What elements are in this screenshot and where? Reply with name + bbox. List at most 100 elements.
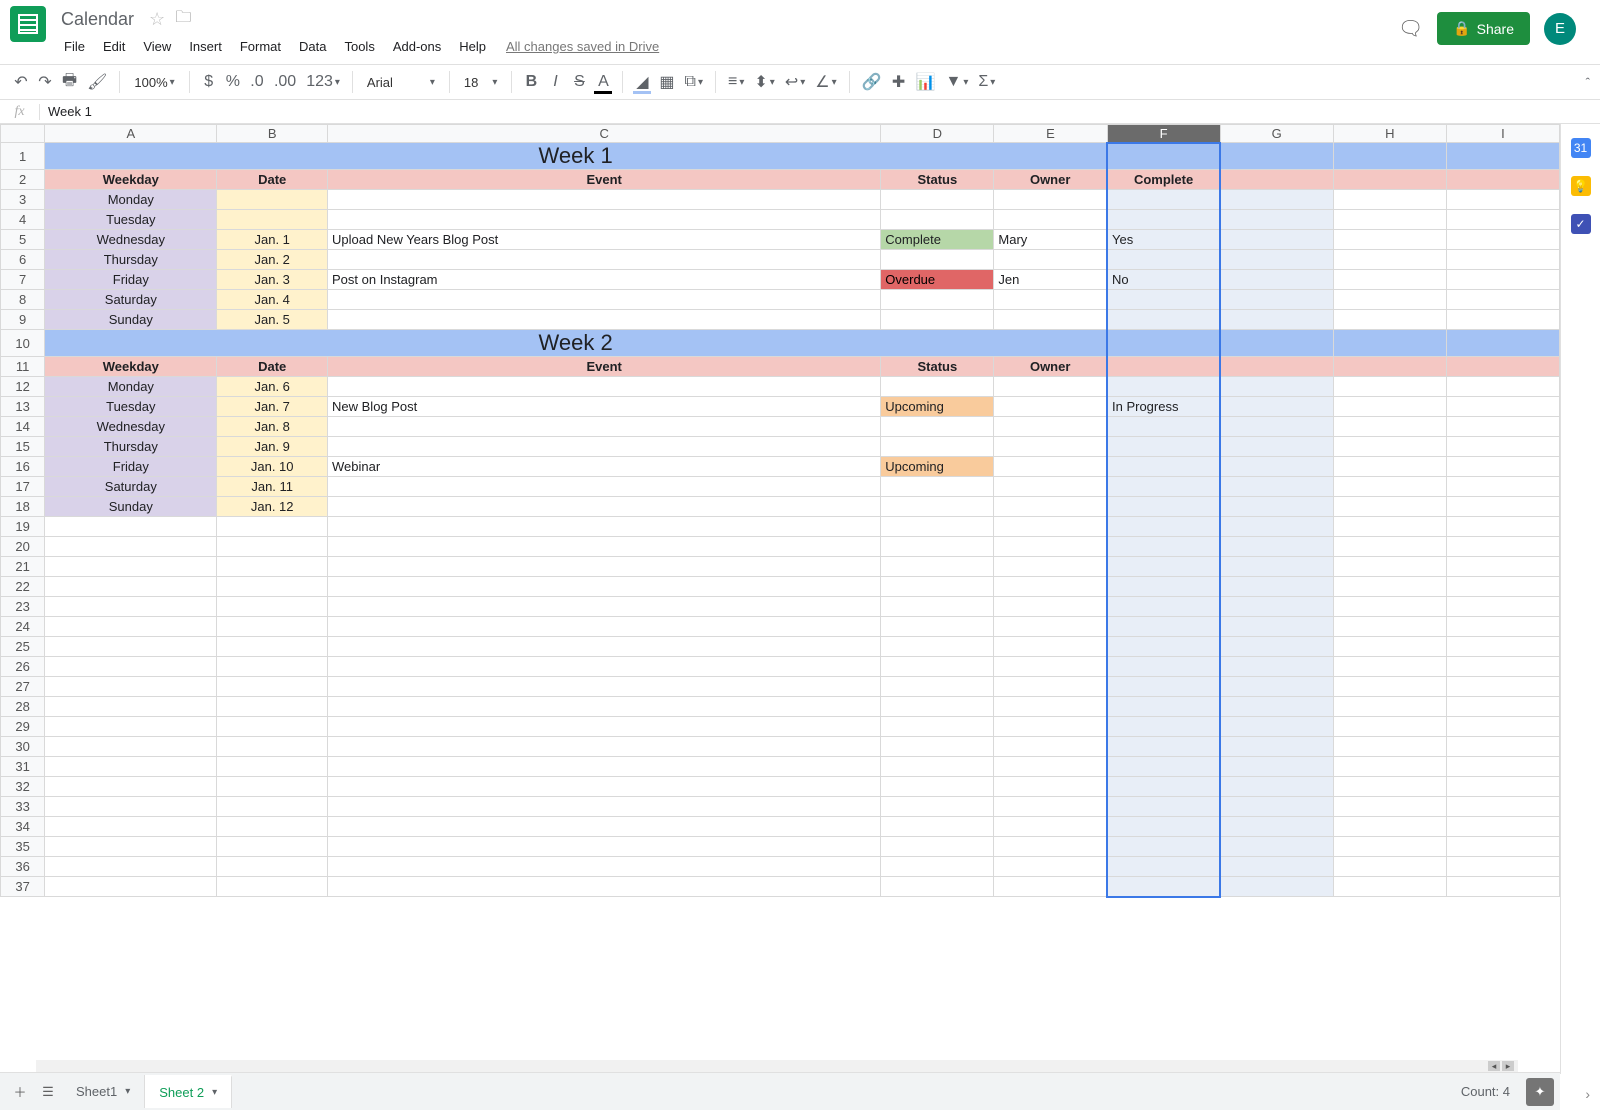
- cell[interactable]: [1107, 417, 1220, 437]
- cell[interactable]: Saturday: [45, 477, 217, 497]
- cell[interactable]: [1446, 777, 1559, 797]
- cell[interactable]: [1446, 290, 1559, 310]
- cell[interactable]: [1220, 377, 1333, 397]
- cell[interactable]: [1333, 517, 1446, 537]
- comments-icon[interactable]: 🗨: [1398, 16, 1423, 41]
- row-header[interactable]: 9: [1, 310, 45, 330]
- cell[interactable]: [994, 577, 1107, 597]
- col-header-A[interactable]: A: [45, 125, 217, 143]
- cell[interactable]: [328, 697, 881, 717]
- cell[interactable]: [328, 250, 881, 270]
- tab-sheet1[interactable]: Sheet1▾: [62, 1075, 145, 1108]
- cell[interactable]: [1220, 817, 1333, 837]
- menu-tools[interactable]: Tools: [336, 35, 382, 58]
- cell[interactable]: [328, 657, 881, 677]
- col-header-F[interactable]: F: [1107, 125, 1220, 143]
- cell[interactable]: Sunday: [45, 497, 217, 517]
- cell[interactable]: [881, 517, 994, 537]
- borders-button[interactable]: ▦: [655, 69, 678, 95]
- column-header-cell[interactable]: Status: [881, 357, 994, 377]
- cell[interactable]: Wednesday: [45, 230, 217, 250]
- cell[interactable]: [994, 437, 1107, 457]
- cell[interactable]: [1333, 577, 1446, 597]
- col-header-E[interactable]: E: [994, 125, 1107, 143]
- cell[interactable]: [1107, 497, 1220, 517]
- cell[interactable]: [1107, 757, 1220, 777]
- cell[interactable]: [1446, 517, 1559, 537]
- cell[interactable]: [328, 557, 881, 577]
- cell[interactable]: [1446, 837, 1559, 857]
- cell[interactable]: [1220, 417, 1333, 437]
- all-sheets-button[interactable]: ☰: [34, 1078, 62, 1106]
- row-header[interactable]: 1: [1, 143, 45, 170]
- cell[interactable]: [1446, 877, 1559, 897]
- cell[interactable]: [881, 737, 994, 757]
- cell[interactable]: [994, 837, 1107, 857]
- cell[interactable]: [994, 617, 1107, 637]
- cell[interactable]: [1333, 597, 1446, 617]
- selection-count[interactable]: Count: 4: [1461, 1084, 1518, 1099]
- cell[interactable]: [217, 817, 328, 837]
- cell[interactable]: [328, 757, 881, 777]
- cell[interactable]: [994, 310, 1107, 330]
- menu-help[interactable]: Help: [451, 35, 494, 58]
- cell[interactable]: [1446, 377, 1559, 397]
- cell[interactable]: [1220, 397, 1333, 417]
- cell[interactable]: [328, 837, 881, 857]
- cell[interactable]: [1333, 697, 1446, 717]
- cell[interactable]: [45, 677, 217, 697]
- row-header[interactable]: 24: [1, 617, 45, 637]
- cell[interactable]: [1107, 697, 1220, 717]
- cell[interactable]: Monday: [45, 377, 217, 397]
- cell[interactable]: [328, 517, 881, 537]
- cell[interactable]: [881, 677, 994, 697]
- add-sheet-button[interactable]: ＋: [6, 1078, 34, 1106]
- cell[interactable]: [994, 737, 1107, 757]
- cell[interactable]: [994, 697, 1107, 717]
- column-header-cell[interactable]: Date: [217, 357, 328, 377]
- cell[interactable]: [1446, 437, 1559, 457]
- cell[interactable]: Jan. 8: [217, 417, 328, 437]
- cell[interactable]: [45, 617, 217, 637]
- cell[interactable]: [1107, 557, 1220, 577]
- menu-data[interactable]: Data: [291, 35, 334, 58]
- cell[interactable]: [1333, 377, 1446, 397]
- cell[interactable]: [328, 577, 881, 597]
- cell[interactable]: [45, 717, 217, 737]
- cell[interactable]: [328, 637, 881, 657]
- cell[interactable]: [1333, 557, 1446, 577]
- cell[interactable]: [217, 717, 328, 737]
- comment-button[interactable]: ✚: [888, 69, 910, 95]
- star-icon[interactable]: ☆: [149, 9, 165, 30]
- cell[interactable]: Jan. 1: [217, 230, 328, 250]
- cell[interactable]: [994, 537, 1107, 557]
- cell[interactable]: [994, 417, 1107, 437]
- cell[interactable]: [1446, 797, 1559, 817]
- cell[interactable]: [1446, 143, 1559, 170]
- cell[interactable]: Jen: [994, 270, 1107, 290]
- week-title[interactable]: Week 1: [45, 143, 1107, 170]
- cell[interactable]: [1220, 557, 1333, 577]
- cell[interactable]: [1446, 597, 1559, 617]
- cell[interactable]: [1220, 697, 1333, 717]
- menu-add-ons[interactable]: Add-ons: [385, 35, 449, 58]
- cell[interactable]: [994, 817, 1107, 837]
- cell[interactable]: [328, 857, 881, 877]
- cell[interactable]: [994, 290, 1107, 310]
- cell[interactable]: [1107, 290, 1220, 310]
- sheets-logo-icon[interactable]: [10, 6, 46, 42]
- cell[interactable]: [994, 397, 1107, 417]
- cell[interactable]: [1446, 210, 1559, 230]
- cell[interactable]: [1446, 497, 1559, 517]
- cell[interactable]: [1333, 677, 1446, 697]
- cell[interactable]: [1107, 837, 1220, 857]
- cell[interactable]: [1220, 437, 1333, 457]
- h-align-button[interactable]: ≡▾: [724, 69, 748, 95]
- cell[interactable]: [994, 250, 1107, 270]
- print-button[interactable]: 🖶: [58, 69, 81, 95]
- cell[interactable]: [881, 777, 994, 797]
- cell[interactable]: [1446, 757, 1559, 777]
- cell[interactable]: [1446, 537, 1559, 557]
- cell[interactable]: [881, 637, 994, 657]
- account-avatar[interactable]: E: [1544, 13, 1576, 45]
